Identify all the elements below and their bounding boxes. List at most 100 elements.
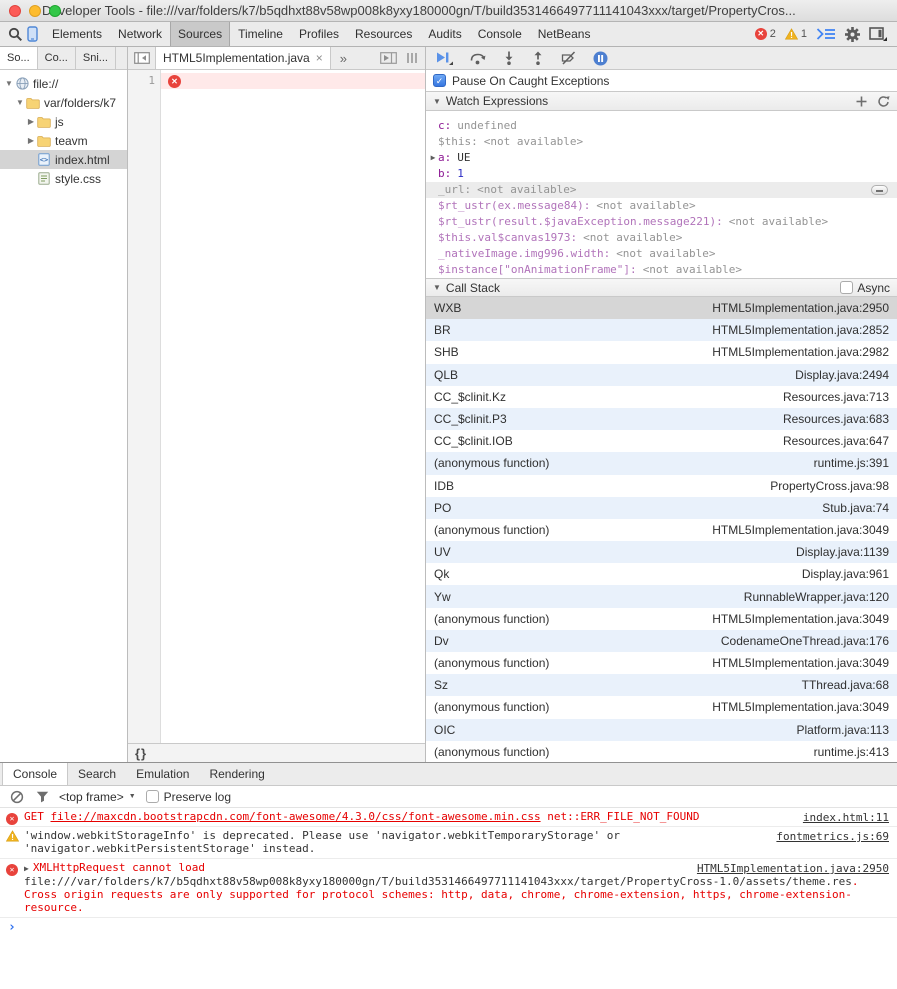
call-stack-frame[interactable]: DvCodenameOneThread.java:176	[426, 630, 897, 652]
navigator-tab-0[interactable]: So...	[0, 47, 38, 69]
call-stack-frame[interactable]: CC_$clinit.KzResources.java:713	[426, 386, 897, 408]
watch-expression[interactable]: $rt_ustr(result.$javaException.message22…	[426, 214, 897, 230]
step-into-icon[interactable]	[503, 51, 515, 65]
watch-expressions-header[interactable]: ▼ Watch Expressions	[426, 92, 897, 111]
console-prompt[interactable]: ›	[0, 918, 897, 937]
watch-expression[interactable]: $this.val$canvas1973:<not available>	[426, 230, 897, 246]
gear-icon[interactable]	[845, 27, 860, 42]
pause-on-caught-exceptions-checkbox[interactable]: ✓	[433, 74, 446, 87]
close-window-button[interactable]	[9, 5, 21, 17]
call-stack-frame[interactable]: CC_$clinit.P3Resources.java:683	[426, 408, 897, 430]
warning-count-badge[interactable]: !1	[785, 28, 807, 40]
call-stack-frame[interactable]: QkDisplay.java:961	[426, 563, 897, 585]
panel-play-icon[interactable]	[380, 52, 397, 64]
watch-expression[interactable]: ▶a:UE	[426, 150, 897, 166]
call-stack-frame[interactable]: UVDisplay.java:1139	[426, 541, 897, 563]
line-error-icon[interactable]: ✕	[168, 75, 181, 88]
watch-expression[interactable]: $rt_ustr(ex.message84):<not available>	[426, 198, 897, 214]
watch-expression[interactable]: $this:<not available>	[426, 134, 897, 150]
call-stack-frame[interactable]: SzTThread.java:68	[426, 674, 897, 696]
call-stack-frame[interactable]: BRHTML5Implementation.java:2852	[426, 319, 897, 341]
tab-sources[interactable]: Sources	[170, 22, 230, 46]
call-stack-frame[interactable]: (anonymous function)HTML5Implementation.…	[426, 519, 897, 541]
tab-console[interactable]: Console	[470, 22, 530, 46]
error-count-badge[interactable]: ✕2	[755, 28, 776, 40]
device-mode-icon[interactable]	[27, 26, 38, 42]
step-over-icon[interactable]	[470, 52, 486, 65]
tab-profiles[interactable]: Profiles	[291, 22, 347, 46]
tree-item-index-html[interactable]: <>index.html	[0, 150, 127, 169]
call-stack-frame[interactable]: IDBPropertyCross.java:98	[426, 475, 897, 497]
call-stack-header[interactable]: ▼ Call Stack Async	[426, 278, 897, 297]
pause-on-exceptions-icon[interactable]	[593, 51, 608, 66]
watch-expression[interactable]: b:1	[426, 166, 897, 182]
message-source-link[interactable]: index.html:11	[803, 811, 889, 824]
watch-expression[interactable]: $instance["onAnimationFrame"]:<not avail…	[426, 262, 897, 278]
tree-item-teavm[interactable]: ▶teavm	[0, 131, 127, 150]
call-stack-frame[interactable]: OICPlatform.java:113	[426, 719, 897, 741]
call-stack-frame[interactable]: SHBHTML5Implementation.java:2982	[426, 341, 897, 363]
line-number-gutter[interactable]: 1	[128, 70, 161, 743]
message-source-link[interactable]: fontmetrics.js:69	[776, 830, 889, 843]
console-tab-emulation[interactable]: Emulation	[126, 763, 199, 785]
zoom-window-button[interactable]	[49, 5, 61, 17]
line-number[interactable]: 1	[128, 73, 155, 89]
tree-item-js[interactable]: ▶js	[0, 112, 127, 131]
refresh-icon[interactable]	[877, 95, 890, 108]
preserve-log-checkbox[interactable]	[146, 790, 159, 803]
watch-expression[interactable]: _url:<not available>	[426, 182, 897, 198]
collapsed-icon[interactable]: ▶	[26, 117, 36, 126]
call-stack-frame[interactable]: (anonymous function)HTML5Implementation.…	[426, 608, 897, 630]
tab-resources[interactable]: Resources	[347, 22, 420, 46]
collapse-icon[interactable]: ▼	[433, 283, 441, 292]
filter-funnel-icon[interactable]	[36, 791, 49, 803]
step-out-icon[interactable]	[532, 51, 544, 65]
toggle-navigator-button[interactable]	[128, 47, 156, 69]
collapse-icon[interactable]: ▼	[433, 97, 441, 106]
call-stack-frame[interactable]: QLBDisplay.java:2494	[426, 364, 897, 386]
search-icon[interactable]	[8, 26, 23, 42]
columns-icon[interactable]	[406, 52, 418, 64]
close-tab-icon[interactable]: ×	[316, 51, 323, 65]
pretty-print-button[interactable]: {}	[135, 746, 147, 761]
clear-console-icon[interactable]	[10, 790, 24, 804]
console-tab-rendering[interactable]: Rendering	[199, 763, 274, 785]
async-checkbox[interactable]	[840, 281, 853, 294]
navigator-tab-1[interactable]: Co...	[38, 47, 76, 69]
delete-watch-button[interactable]	[871, 185, 888, 195]
message-source-link[interactable]: HTML5Implementation.java:2950	[697, 862, 889, 875]
console-tab-console[interactable]: Console	[2, 763, 68, 785]
tab-netbeans[interactable]: NetBeans	[530, 22, 599, 46]
code-area[interactable]: ✕	[161, 70, 425, 743]
call-stack-frame[interactable]: (anonymous function)HTML5Implementation.…	[426, 696, 897, 718]
message-url-link[interactable]: file://maxcdn.bootstrapcdn.com/font-awes…	[51, 810, 541, 823]
tree-item-file-[interactable]: ▼file://	[0, 74, 127, 93]
plus-icon[interactable]	[856, 96, 867, 107]
expand-message-icon[interactable]: ▶	[24, 864, 29, 873]
navigator-tab-2[interactable]: Sni...	[76, 47, 116, 69]
collapsed-icon[interactable]: ▶	[428, 150, 438, 166]
tab-timeline[interactable]: Timeline	[230, 22, 291, 46]
watch-expression[interactable]: _nativeImage.img996.width:<not available…	[426, 246, 897, 262]
expanded-icon[interactable]: ▼	[15, 98, 25, 107]
watch-expression[interactable]: c:undefined	[426, 118, 897, 134]
minimize-window-button[interactable]	[29, 5, 41, 17]
collapsed-icon[interactable]: ▶	[26, 136, 36, 145]
console-drawer-icon[interactable]	[816, 28, 836, 40]
dock-side-icon[interactable]	[869, 27, 887, 41]
console-tab-search[interactable]: Search	[68, 763, 126, 785]
call-stack-frame[interactable]: YwRunnableWrapper.java:120	[426, 585, 897, 607]
editor-tab[interactable]: HTML5Implementation.java ×	[156, 47, 331, 69]
call-stack-frame[interactable]: CC_$clinit.IOBResources.java:647	[426, 430, 897, 452]
tab-elements[interactable]: Elements	[44, 22, 110, 46]
call-stack-frame[interactable]: (anonymous function)runtime.js:413	[426, 741, 897, 762]
tab-audits[interactable]: Audits	[420, 22, 469, 46]
tree-item-style-css[interactable]: style.css	[0, 169, 127, 188]
call-stack-frame[interactable]: (anonymous function)runtime.js:391	[426, 452, 897, 474]
call-stack-frame[interactable]: POStub.java:74	[426, 497, 897, 519]
tree-item-var-folders-k7[interactable]: ▼var/folders/k7	[0, 93, 127, 112]
resume-icon[interactable]	[435, 51, 453, 65]
tab-network[interactable]: Network	[110, 22, 170, 46]
call-stack-frame[interactable]: WXBHTML5Implementation.java:2950	[426, 297, 897, 319]
frame-selector[interactable]: <top frame> ▼	[59, 790, 136, 804]
